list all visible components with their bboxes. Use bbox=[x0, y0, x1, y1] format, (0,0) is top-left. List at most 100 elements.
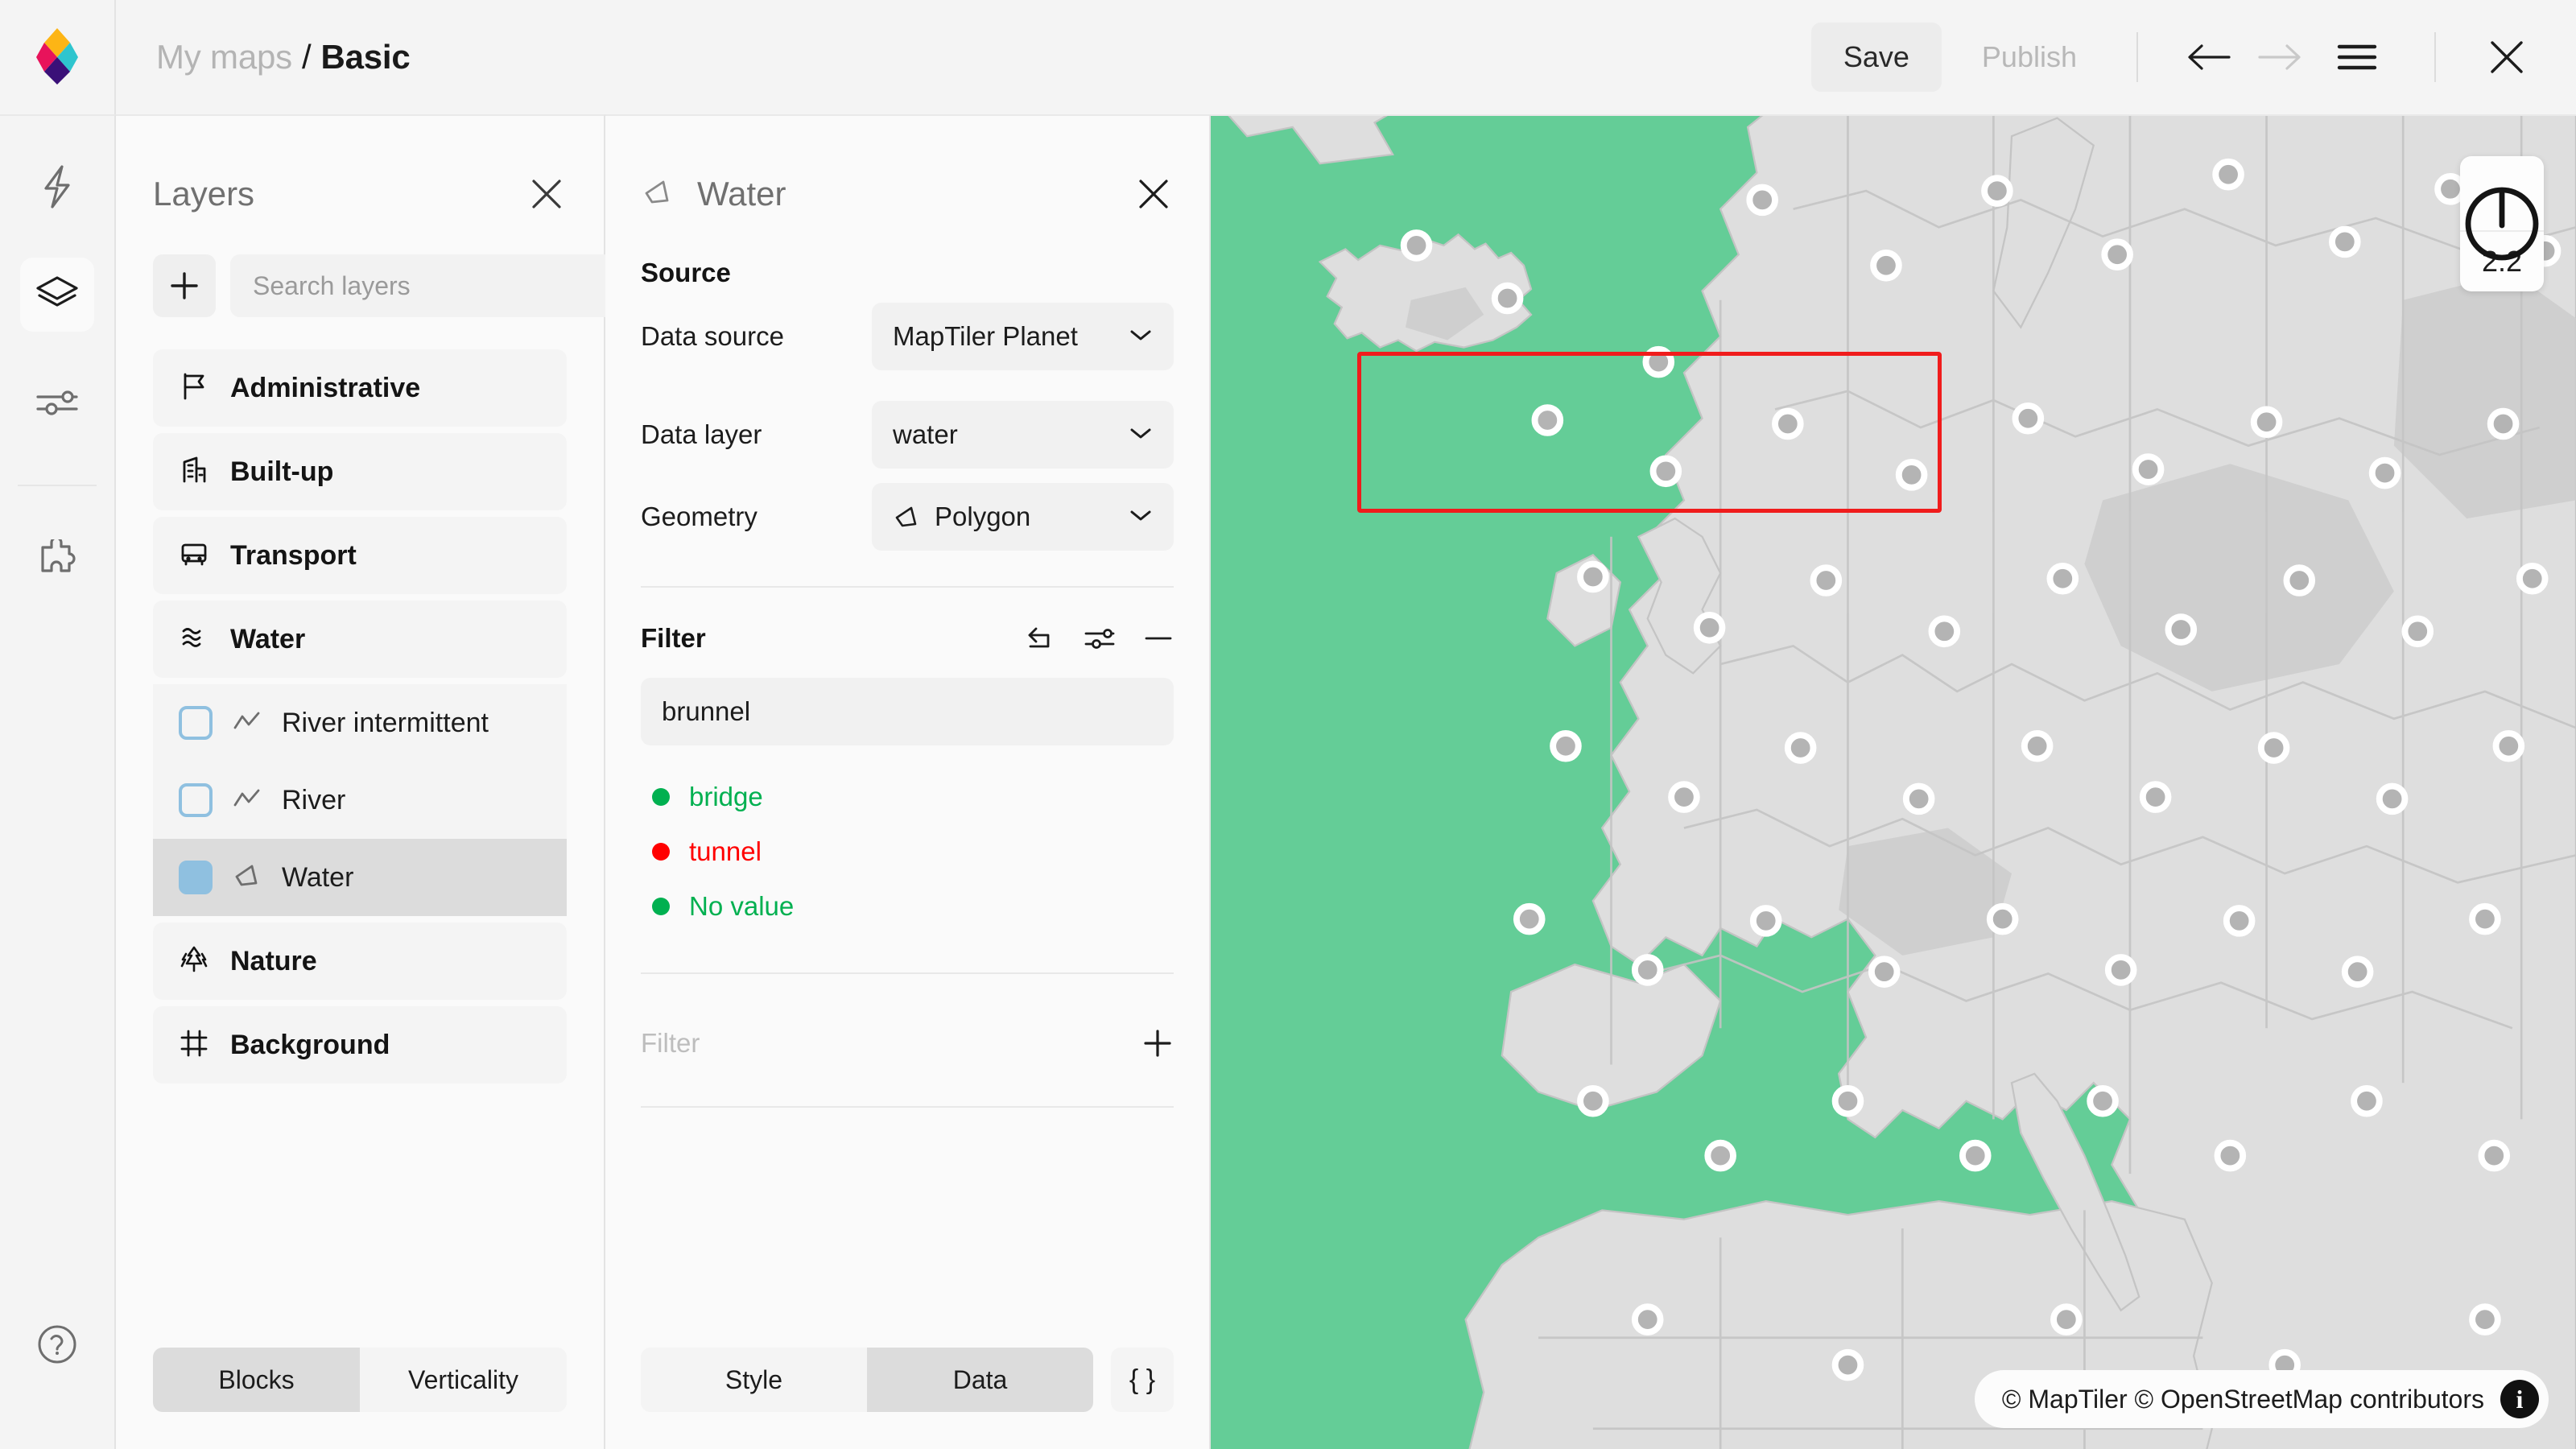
filter-value-label: bridge bbox=[689, 782, 763, 811]
arrow-left-icon[interactable] bbox=[2174, 22, 2244, 93]
layer-group-water[interactable]: Water bbox=[153, 601, 567, 678]
lightning-bolt-icon[interactable] bbox=[20, 150, 94, 224]
layers-stack-icon[interactable] bbox=[20, 258, 94, 332]
visibility-checkbox[interactable] bbox=[179, 783, 213, 817]
breadcrumb-root[interactable]: My maps bbox=[156, 38, 292, 76]
trees-icon bbox=[179, 944, 209, 979]
filter-section-title: Filter bbox=[641, 623, 706, 653]
search-input[interactable] bbox=[230, 254, 613, 317]
logo-cell bbox=[0, 0, 116, 114]
layers-footer-tabs: Blocks Verticality bbox=[153, 1348, 567, 1412]
tab-verticality[interactable]: Verticality bbox=[360, 1348, 567, 1412]
map-canvas[interactable]: 2.2 © MapTiler © OpenStreetMap contribut… bbox=[1211, 114, 2576, 1449]
layer-group-built-up[interactable]: Built-up bbox=[153, 433, 567, 510]
source-section-title: Source bbox=[641, 258, 731, 287]
layer-item-river[interactable]: River bbox=[153, 762, 567, 839]
close-icon[interactable] bbox=[1133, 174, 1174, 214]
layer-group-transport[interactable]: Transport bbox=[153, 517, 567, 594]
layers-panel: Layers Search layers Administrative Buil… bbox=[116, 114, 613, 1449]
section-divider-3 bbox=[641, 1106, 1174, 1108]
status-dot-icon bbox=[652, 898, 670, 915]
details-footer-tabs: Style Data bbox=[641, 1348, 1093, 1412]
chevron-down-icon bbox=[1129, 425, 1153, 445]
layer-group-label: Transport bbox=[230, 539, 357, 571]
flag-icon bbox=[179, 371, 209, 406]
filter-section-header: Filter bbox=[641, 623, 1174, 654]
water-sublayers: River intermittent River Water bbox=[153, 684, 567, 916]
close-icon[interactable] bbox=[526, 174, 567, 214]
help-circle-icon[interactable] bbox=[20, 1307, 94, 1381]
layer-group-label: Administrative bbox=[230, 372, 421, 403]
details-footer: Style Data { } bbox=[605, 1348, 1209, 1449]
close-icon[interactable] bbox=[2471, 22, 2542, 93]
tab-blocks[interactable]: Blocks bbox=[153, 1348, 360, 1412]
details-title: Water bbox=[697, 175, 786, 213]
data-source-row: Data source MapTiler Planet bbox=[641, 303, 1174, 370]
hamburger-menu-icon[interactable] bbox=[2315, 22, 2399, 93]
layer-group-label: Background bbox=[230, 1029, 390, 1060]
filter-add-row: Filter bbox=[641, 1019, 1174, 1067]
arrow-right-icon[interactable] bbox=[2244, 22, 2315, 93]
polygon-geometry-icon bbox=[641, 177, 675, 212]
info-icon[interactable]: i bbox=[2500, 1380, 2539, 1418]
details-header: Water bbox=[605, 116, 1209, 214]
data-layer-value: water bbox=[893, 419, 958, 449]
sliders-icon[interactable] bbox=[20, 365, 94, 440]
filter-value-bridge[interactable]: bridge bbox=[641, 773, 1174, 821]
tab-data[interactable]: Data bbox=[867, 1348, 1093, 1412]
app-root: My maps / Basic Save Publish Layers Sear… bbox=[0, 0, 2576, 1449]
plus-icon[interactable] bbox=[153, 254, 216, 317]
data-layer-select[interactable]: water bbox=[872, 401, 1174, 469]
publish-button[interactable]: Publish bbox=[1958, 23, 2101, 92]
layer-item-river-intermittent[interactable]: River intermittent bbox=[153, 684, 567, 762]
data-source-select[interactable]: MapTiler Planet bbox=[872, 303, 1174, 370]
maptiler-logo-icon[interactable] bbox=[34, 27, 80, 89]
layer-group-label: Nature bbox=[230, 945, 317, 976]
layers-panel-header: Layers bbox=[116, 116, 604, 214]
json-editor-button[interactable]: { } bbox=[1111, 1348, 1174, 1412]
data-layer-row: Data layer water bbox=[641, 401, 1174, 469]
layer-group-nature[interactable]: Nature bbox=[153, 923, 567, 1000]
breadcrumb-current: Basic bbox=[320, 38, 411, 76]
frame-icon bbox=[179, 1028, 209, 1063]
puzzle-piece-icon[interactable] bbox=[20, 522, 94, 596]
app-header: My maps / Basic Save Publish bbox=[0, 0, 2576, 114]
undo-arrow-icon[interactable] bbox=[1026, 625, 1056, 652]
layers-search-row bbox=[116, 214, 613, 317]
filter-value-tunnel[interactable]: tunnel bbox=[641, 828, 1174, 876]
layer-item-water[interactable]: Water bbox=[153, 839, 567, 916]
visibility-checkbox[interactable] bbox=[179, 706, 213, 740]
layer-item-label: River intermittent bbox=[282, 707, 489, 738]
filter-property-input[interactable]: brunnel bbox=[641, 678, 1174, 745]
compass-dial-icon[interactable] bbox=[2460, 156, 2544, 261]
visibility-checkbox[interactable] bbox=[179, 861, 213, 894]
layers-panel-title: Layers bbox=[153, 175, 255, 213]
header-divider-1 bbox=[2136, 32, 2138, 82]
save-button[interactable]: Save bbox=[1810, 23, 1942, 92]
polygon-geometry-icon bbox=[893, 504, 922, 530]
layer-group-administrative[interactable]: Administrative bbox=[153, 349, 567, 427]
details-body: Source Data source MapTiler Planet Data … bbox=[605, 214, 1209, 1108]
layer-details-panel: Water Source Data source MapTiler Planet bbox=[605, 114, 1942, 1449]
layer-item-label: Water bbox=[282, 861, 354, 893]
chevron-down-icon bbox=[1129, 327, 1153, 347]
tab-style[interactable]: Style bbox=[641, 1348, 867, 1412]
filter-value-no-value[interactable]: No value bbox=[641, 882, 1174, 931]
header-divider-2 bbox=[2434, 32, 2436, 82]
plus-icon[interactable] bbox=[1141, 1027, 1174, 1059]
filter-add-label: Filter bbox=[641, 1028, 700, 1058]
map-vector bbox=[1211, 116, 2576, 1449]
layer-item-label: River bbox=[282, 784, 346, 815]
line-geometry-icon bbox=[232, 708, 262, 738]
geometry-row: Geometry Polygon bbox=[641, 483, 1174, 551]
sliders-icon[interactable] bbox=[1084, 625, 1116, 651]
minus-icon[interactable] bbox=[1143, 633, 1174, 644]
status-dot-icon bbox=[652, 843, 670, 861]
filter-value-label: No value bbox=[689, 891, 795, 921]
map-zoom-widget[interactable]: 2.2 bbox=[2460, 156, 2544, 291]
geometry-select[interactable]: Polygon bbox=[872, 483, 1174, 551]
filter-value-label: tunnel bbox=[689, 836, 762, 866]
layer-group-background[interactable]: Background bbox=[153, 1006, 567, 1084]
attribution-text[interactable]: © MapTiler © OpenStreetMap contributors bbox=[2002, 1385, 2484, 1414]
waves-icon bbox=[179, 622, 209, 657]
